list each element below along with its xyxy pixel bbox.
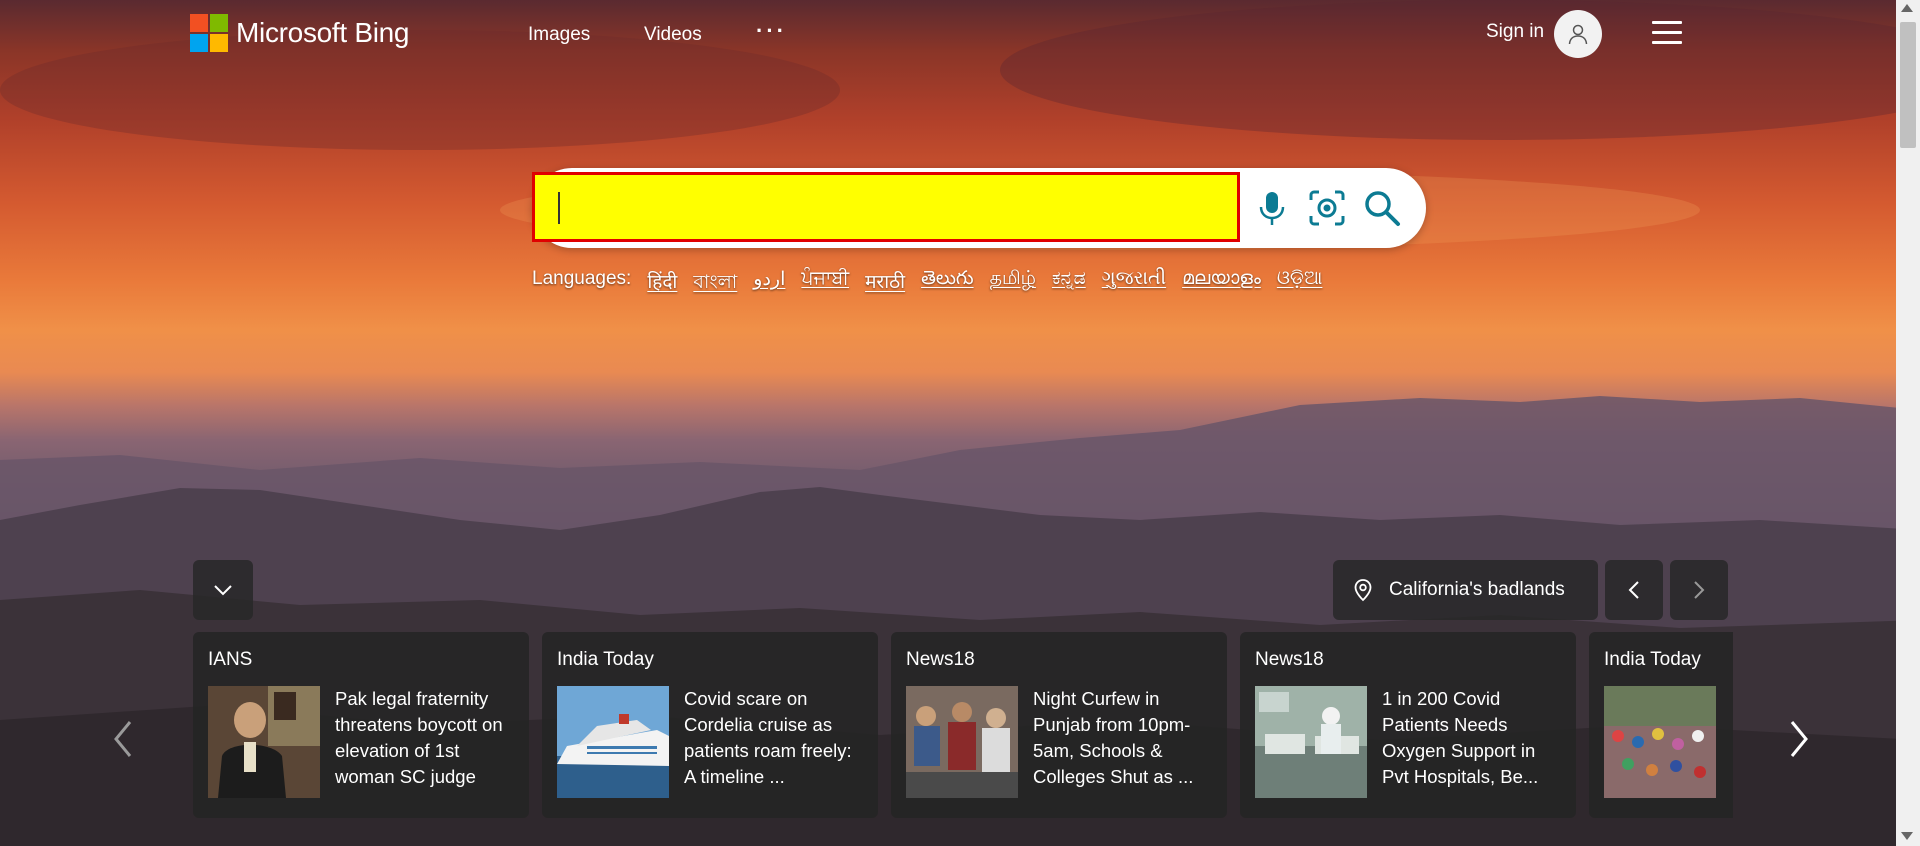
nav-images[interactable]: Images bbox=[528, 24, 590, 46]
news-next-button[interactable] bbox=[1780, 714, 1820, 764]
search-input[interactable] bbox=[532, 172, 1240, 242]
news-previous-button[interactable] bbox=[104, 714, 144, 764]
collapse-feed-button[interactable] bbox=[193, 560, 253, 620]
news-thumbnail bbox=[208, 686, 320, 798]
scrollbar-thumb[interactable] bbox=[1900, 22, 1916, 148]
logo-blue-square bbox=[190, 34, 208, 52]
sign-in-link[interactable]: Sign in bbox=[1486, 21, 1544, 43]
news-source: India Today bbox=[557, 649, 654, 670]
search-icon[interactable] bbox=[1362, 188, 1402, 228]
news-source: News18 bbox=[1255, 649, 1324, 670]
news-headline: Covid scare on Cordelia cruise as patien… bbox=[684, 688, 852, 787]
logo-yellow-square bbox=[210, 34, 228, 52]
language-link-telugu[interactable]: తెలుగు bbox=[921, 268, 973, 300]
visual-search-icon[interactable] bbox=[1307, 188, 1347, 228]
logo-red-square bbox=[190, 14, 208, 32]
news-source: IANS bbox=[208, 649, 253, 670]
news-source: India Today bbox=[1604, 649, 1701, 670]
menu-line bbox=[1652, 21, 1682, 24]
news-card[interactable]: India Today Covid scare on Cordelia crui… bbox=[542, 632, 878, 818]
scroll-up-arrow-icon[interactable] bbox=[1901, 4, 1913, 12]
news-carousel: IANS Pak legal fraternity threatens boyc… bbox=[193, 632, 1733, 818]
language-link-marathi[interactable]: मराठी bbox=[865, 268, 905, 300]
scroll-down-arrow-icon[interactable] bbox=[1901, 832, 1913, 840]
language-link-gujarati[interactable]: ગુજરાતી bbox=[1102, 268, 1166, 300]
image-location-text: California's badlands bbox=[1389, 579, 1565, 600]
language-link-hindi[interactable]: हिंदी bbox=[647, 268, 677, 300]
news-card[interactable]: India Today bbox=[1589, 632, 1733, 818]
bing-logo[interactable]: Microsoft Bing bbox=[190, 14, 410, 52]
chevron-left-icon bbox=[114, 721, 132, 757]
image-location-pill[interactable]: California's badlands bbox=[1333, 560, 1598, 620]
nav-more-button[interactable]: ··· bbox=[756, 18, 787, 44]
text-caret bbox=[558, 192, 560, 224]
next-image-button[interactable] bbox=[1670, 560, 1728, 620]
chevron-down-icon bbox=[214, 585, 232, 596]
avatar[interactable] bbox=[1554, 10, 1602, 58]
chevron-right-icon bbox=[1694, 581, 1705, 599]
language-link-kannada[interactable]: ಕನ್ನಡ bbox=[1052, 268, 1086, 300]
menu-button[interactable] bbox=[1652, 21, 1682, 45]
news-headline: Night Curfew in Punjab from 10pm-5am, Sc… bbox=[1033, 688, 1194, 787]
news-thumbnail bbox=[1255, 686, 1367, 798]
location-pin-icon bbox=[1354, 579, 1372, 602]
menu-line bbox=[1652, 31, 1682, 34]
news-thumbnail bbox=[557, 686, 669, 798]
language-link-urdu[interactable]: اردو bbox=[753, 268, 785, 300]
news-headline: Pak legal fraternity threatens boycott o… bbox=[335, 688, 503, 787]
news-card[interactable]: News18 1 in 200 Covid Patients Needs Oxy… bbox=[1240, 632, 1576, 818]
language-link-odia[interactable]: ଓଡ଼ିଆ bbox=[1277, 268, 1323, 300]
languages-bar: Languages: हिंदी বাংলা اردو ਪੰਜਾਬੀ मराठी… bbox=[532, 268, 1322, 300]
previous-image-button[interactable] bbox=[1605, 560, 1663, 620]
microphone-icon[interactable] bbox=[1252, 188, 1292, 228]
news-thumbnail bbox=[906, 686, 1018, 798]
chevron-right-icon bbox=[1790, 721, 1808, 757]
language-link-tamil[interactable]: தமிழ் bbox=[990, 268, 1036, 300]
language-link-malayalam[interactable]: മലയാളം bbox=[1182, 268, 1261, 300]
menu-line bbox=[1652, 41, 1682, 44]
nav-videos[interactable]: Videos bbox=[644, 24, 702, 46]
languages-label: Languages: bbox=[532, 268, 632, 289]
news-source: News18 bbox=[906, 649, 975, 670]
chevron-left-icon bbox=[1628, 581, 1639, 599]
language-link-bangla[interactable]: বাংলা bbox=[693, 268, 737, 300]
language-link-punjabi[interactable]: ਪੰਜਾਬੀ bbox=[801, 268, 849, 300]
user-icon bbox=[1568, 24, 1588, 45]
news-card[interactable]: News18 Night Curfew in Punjab from 10pm-… bbox=[891, 632, 1227, 818]
news-headline: 1 in 200 Covid Patients Needs Oxygen Sup… bbox=[1382, 688, 1539, 787]
logo-text: Microsoft Bing bbox=[236, 17, 410, 48]
logo-green-square bbox=[210, 14, 228, 32]
microsoft-logo-icon bbox=[190, 14, 228, 52]
news-card[interactable]: IANS Pak legal fraternity threatens boyc… bbox=[193, 632, 529, 818]
news-thumbnail bbox=[1604, 686, 1716, 798]
